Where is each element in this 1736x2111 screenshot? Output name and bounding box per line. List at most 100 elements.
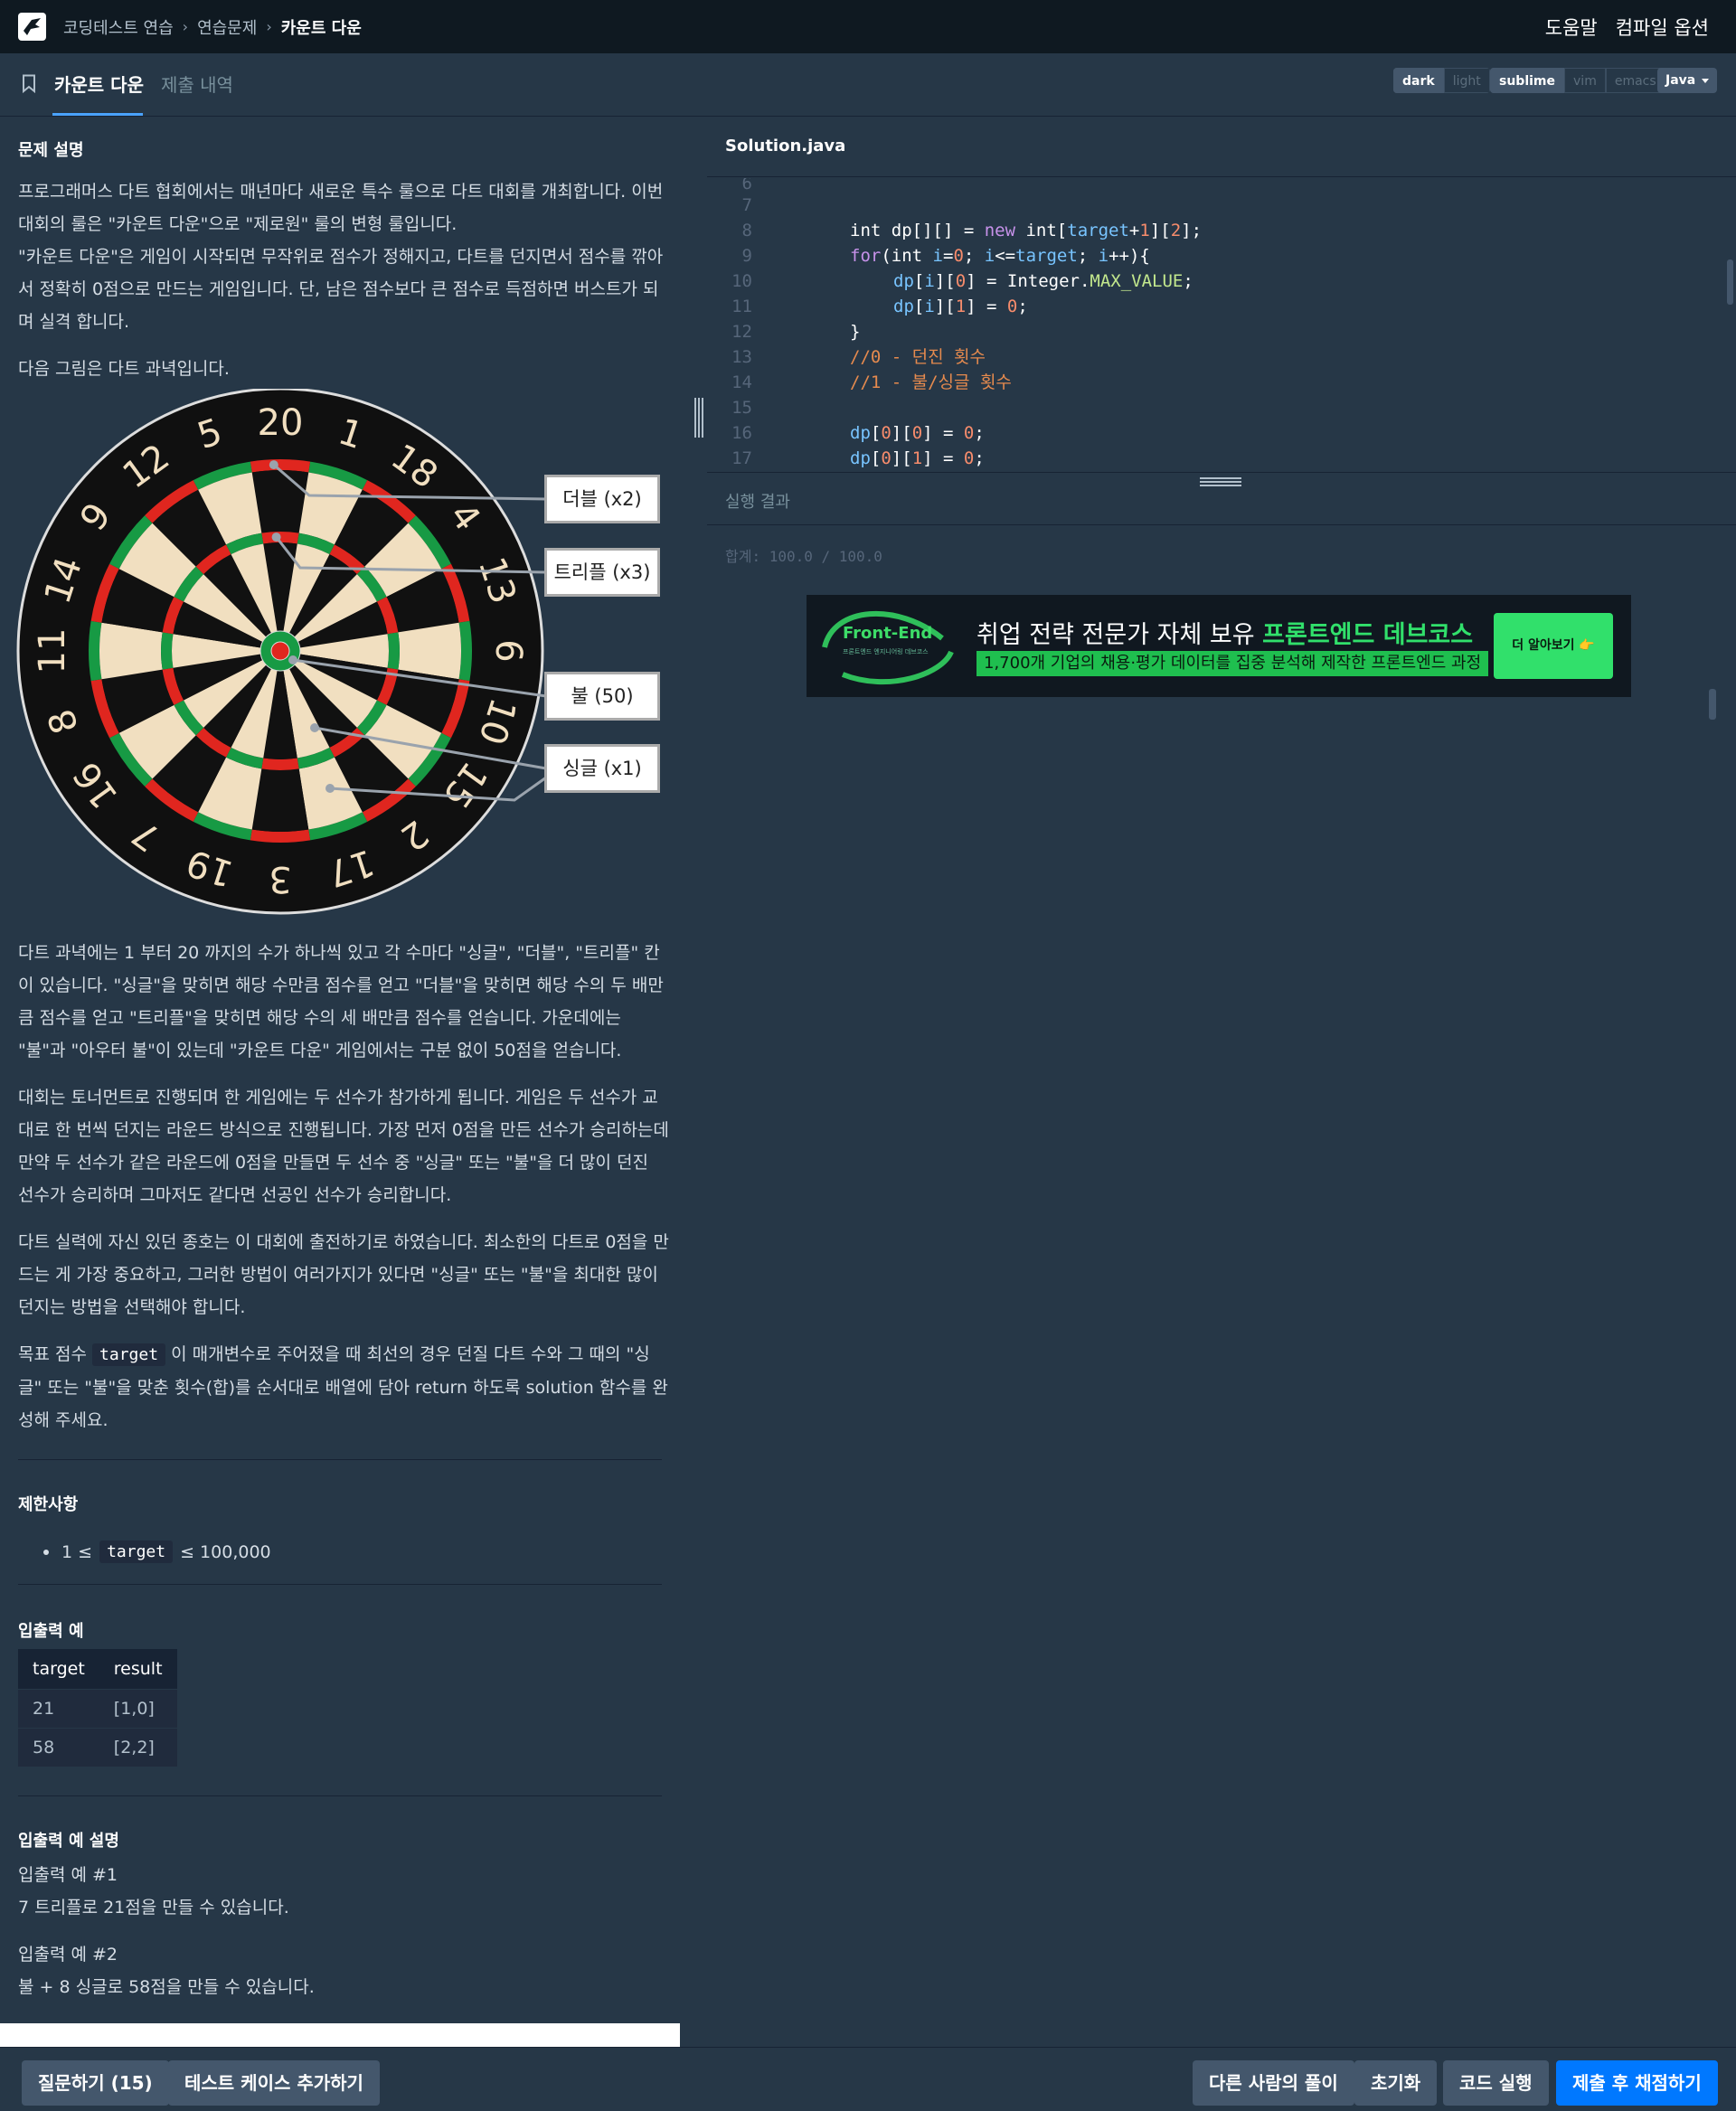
breadcrumb: 코딩테스트 연습 › 연습문제 › 카운트 다운 [63,0,362,53]
theme-dark-option[interactable]: dark [1393,68,1444,93]
examples-title: 입출력 예 [18,1622,84,1641]
dartboard-image: 20 11841361015217319716811149125 [16,387,547,915]
table-cell: [2,2] [99,1727,177,1767]
single-segment [251,470,309,533]
dartboard-number: 3 [269,858,291,900]
language-select[interactable]: Java [1657,68,1717,93]
result-title: 실행 결과 [725,493,790,512]
code-line: 15 [731,398,752,418]
editor-panel: Solution.java 6 7 8 int dp[][] = new int[… [707,118,1736,2054]
problem-intro-paragraph-3: 다음 그림은 다트 과녁입니다. [18,359,230,379]
ad-logo-title: Front-End [843,624,933,643]
label-leader-dot [326,784,335,793]
divider [707,472,1736,473]
programmers-logo-icon[interactable] [18,13,46,41]
label-leader-dot [269,460,278,470]
problem-intro-paragraph-2: "카운트 다운"은 게임이 시작되면 무작위로 점수가 정해지고, 다트를 던지… [18,247,664,332]
divider [18,1459,662,1460]
result-score: 합계: 100.0 / 100.0 [725,548,882,565]
keymap-vim-option[interactable]: vim [1564,68,1606,93]
divider [707,524,1736,525]
explanation-2-label: 입출력 예 #2 [18,1945,118,1965]
ad-learn-more-button[interactable]: 더 알아보기 👉 [1494,613,1613,679]
problem-body-paragraph-3: 다트 실력에 자신 있던 종호는 이 대회에 출전하기로 하였습니다. 최소한의… [18,1232,669,1317]
ad-logo: Front-End 프론트엔드 엔지니어링 데브코스 [816,602,960,688]
bookmark-icon[interactable] [22,74,36,93]
dartboard-number: 6 [487,639,529,662]
top-navigation: 코딩테스트 연습 › 연습문제 › 카운트 다운 도움말 컴파일 옵션 [0,0,1736,53]
table-header: result [99,1649,177,1689]
add-test-case-button[interactable]: 테스트 케이스 추가하기 [168,2060,380,2106]
horizontal-resize-handle[interactable] [1200,476,1241,486]
code-line: 17 dp[0][1] = 0; [731,448,985,468]
tab-submissions[interactable]: 제출 내역 [161,71,233,97]
divider [18,1584,662,1585]
constraint-item: 1 ≤ target ≤ 100,000 [43,1541,271,1563]
code-editor[interactable]: 6 7 8 int dp[][] = new int[target+1][2]; … [707,178,1736,472]
chevron-right-icon: › [266,18,272,35]
editor-scrollbar[interactable] [1727,259,1733,305]
keymap-emacs-option[interactable]: emacs [1605,68,1665,93]
run-code-button[interactable]: 코드 실행 [1443,2060,1549,2106]
editor-filename: Solution.java [725,137,846,155]
active-tab-underline [52,113,143,116]
label-leader-dot [288,655,297,664]
constraint-code-inline: target [99,1541,174,1563]
breadcrumb-practice[interactable]: 연습문제 [197,15,257,39]
single-segment [398,622,461,680]
advertisement-banner[interactable]: Front-End 프론트엔드 엔지니어링 데브코스 취업 전략 전문가 자체 … [807,595,1631,697]
ad-logo-subtitle: 프론트엔드 엔지니어링 데브코스 [843,648,929,655]
code-line: 12} [731,322,861,342]
compile-options-link[interactable]: 컴파일 옵션 [1616,14,1709,41]
breadcrumb-coding-test[interactable]: 코딩테스트 연습 [63,15,174,39]
other-solutions-button[interactable]: 다른 사람의 풀이 [1193,2060,1354,2106]
explanation-title: 입출력 예 설명 [18,1832,119,1851]
table-row: 58 [2,2] [18,1727,177,1767]
submit-button[interactable]: 제출 후 채점하기 [1556,2060,1718,2106]
dartboard-number: 11 [32,628,73,674]
theme-toggle: dark light [1393,68,1490,93]
theme-light-option[interactable]: light [1443,68,1490,93]
code-line: 14//1 - 불/싱글 횟수 [731,372,1012,392]
explanation-1-label: 입출력 예 #1 [18,1865,118,1885]
vertical-resize-handle[interactable] [693,398,703,438]
ad-headline-highlight: 프론트엔드 데브코스 [1262,621,1474,649]
code-line: 13//0 - 던진 횟수 [731,347,986,367]
code-line: 16 dp[0][0] = 0; [731,423,985,443]
constraint-pre: 1 ≤ [61,1541,93,1562]
language-select-value: Java [1665,73,1696,88]
code-line: 9 for(int i=0; i<=target; i++){ [741,246,1150,266]
target-code-inline: target [92,1343,166,1366]
table-cell: 21 [18,1688,99,1728]
constraint-post: ≤ 100,000 [180,1541,271,1562]
explanation-1-text: 7 트리플로 21점을 만들 수 있습니다. [18,1898,289,1918]
ad-subtitle: 1,700개 기업의 채용·평가 데이터를 집중 분석해 제작한 프론트엔드 과… [976,651,1489,676]
editor-header: Solution.java [707,118,1736,177]
problem-body-paragraph-4: 목표 점수 target 이 매개변수로 주어졌을 때 최선의 경우 던질 다트… [18,1338,669,1437]
label-leader-dot [310,723,319,732]
inner-bull [270,641,290,661]
ad-swoosh-icon [822,610,954,685]
ask-question-button[interactable]: 질문하기 (15) [22,2060,169,2106]
dartboard-figure: 20 1 18 4 13 6 10 15 2 17 3 19 7 16 8 11 14 9 12 5 더블 (x2) … [13,387,680,922]
caret-down-icon [1702,79,1709,83]
dartboard-label-double: 더블 (x2) [544,475,660,523]
dartboard-label-single: 싱글 (x1) [544,744,660,793]
triple-segment [387,632,400,670]
dartboard-label-bull: 불 (50) [544,672,660,721]
bullet-icon [43,1549,49,1555]
problem-panel: 문제 설명 프로그래머스 다트 협회에서는 매년마다 새로운 특수 룰으로 다트… [0,118,680,2054]
examples-table: target result 21 [1,0] 58 [2,2] [18,1649,177,1767]
table-header: target [18,1649,99,1689]
help-link[interactable]: 도움말 [1545,14,1598,41]
explanation-2-text: 불 + 8 싱글로 58점을 만들 수 있습니다. [18,1977,315,1997]
problem-task-text-pre: 목표 점수 [18,1344,87,1364]
label-leader-dot [271,532,281,542]
ad-headline: 취업 전략 전문가 자체 보유 프론트엔드 데브코스 [976,621,1474,649]
result-scrollbar[interactable] [1709,689,1716,720]
problem-body-paragraph-2: 대회는 토너먼트로 진행되며 한 게임에는 두 선수가 참가하게 됩니다. 게임… [18,1088,669,1205]
tab-problem[interactable]: 카운트 다운 [54,71,144,97]
reset-button[interactable]: 초기화 [1354,2060,1438,2106]
table-cell: 58 [18,1727,99,1767]
keymap-sublime-option[interactable]: sublime [1490,68,1565,93]
